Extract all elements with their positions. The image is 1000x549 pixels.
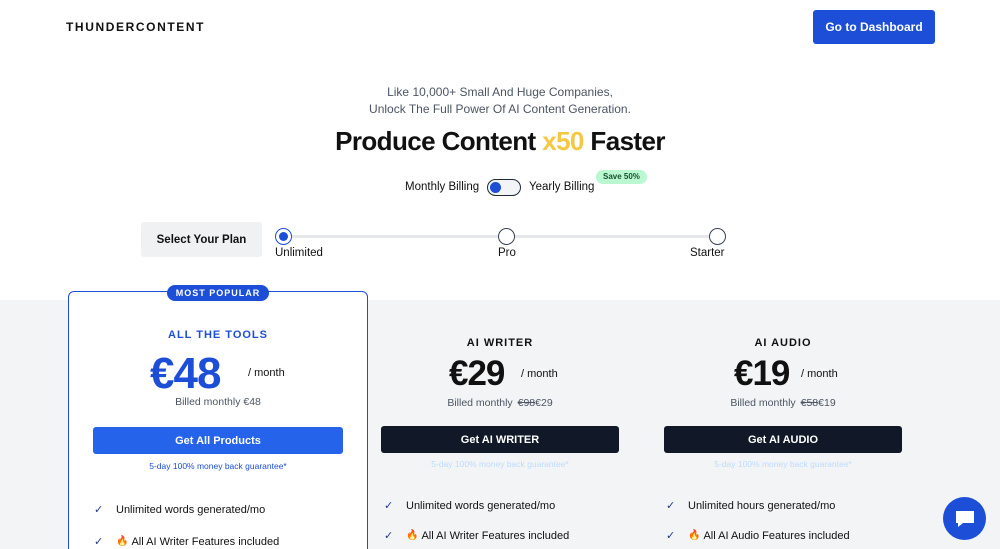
feature-text: Unlimited words generated/mo	[406, 499, 556, 512]
plan-billed-text: Billed monthly €58€19	[663, 397, 903, 409]
chat-icon	[955, 510, 974, 527]
check-icon: ✓	[94, 504, 104, 516]
feature-item: ✓ 🔥 All AI Writer Features included	[384, 529, 570, 543]
feature-text: All AI Writer Features included	[131, 535, 280, 548]
plan-title: AI AUDIO	[754, 337, 812, 349]
billed-prefix: Billed monthly	[447, 397, 513, 409]
plan-price: €19	[734, 354, 790, 393]
feature-item: ✓ 🔥 All AI Writer Features included	[94, 535, 280, 549]
feature-item: ✓ Unlimited words generated/mo	[94, 503, 266, 517]
feature-item: ✓ 🔥 All AI Audio Features included	[666, 529, 850, 543]
logo[interactable]: THUNDERCONTENT	[66, 20, 205, 34]
plan-period: / month	[248, 367, 285, 379]
header: THUNDERCONTENT Go to Dashboard	[0, 0, 1000, 60]
fire-icon: 🔥	[406, 530, 419, 541]
plan-billed-text: Billed monthly €48	[68, 396, 368, 408]
chat-button[interactable]	[943, 497, 986, 540]
hero-subtitle-line1: Like 10,000+ Small And Huge Companies,	[387, 85, 613, 99]
toggle-knob	[490, 181, 501, 193]
check-icon: ✓	[666, 530, 676, 542]
hero-headline: Produce Content x50 Faster	[0, 126, 1000, 157]
save-badge: Save 50%	[596, 170, 647, 184]
monthly-billing-label[interactable]: Monthly Billing	[405, 181, 479, 193]
check-icon: ✓	[384, 530, 394, 542]
billed-amount: €48	[243, 396, 261, 408]
billed-old-price: €98	[517, 397, 536, 409]
feature-item: ✓ Unlimited hours generated/mo	[666, 499, 836, 513]
plan-period: / month	[521, 368, 558, 380]
feature-text: Unlimited hours generated/mo	[688, 499, 836, 512]
yearly-billing-label[interactable]: Yearly Billing	[529, 181, 594, 193]
go-to-dashboard-button[interactable]: Go to Dashboard	[813, 10, 935, 44]
check-icon: ✓	[384, 500, 394, 512]
plan-option-starter-label[interactable]: Starter	[690, 247, 725, 259]
fire-icon: 🔥	[116, 536, 129, 547]
get-all-products-button[interactable]: Get All Products	[93, 427, 343, 454]
check-icon: ✓	[666, 500, 676, 512]
plan-option-starter-radio[interactable]	[709, 228, 726, 245]
billed-old-price: €58	[800, 397, 819, 409]
select-plan-label: Select Your Plan	[141, 222, 262, 257]
headline-post: Faster	[590, 126, 665, 156]
headline-pre: Produce Content	[335, 126, 536, 156]
plan-price: €29	[449, 354, 505, 393]
feature-item: ✓ Unlimited words generated/mo	[384, 499, 556, 513]
billed-amount: €19	[818, 397, 836, 409]
feature-text: All AI Audio Features included	[703, 529, 850, 542]
plan-option-unlimited-label[interactable]: Unlimited	[275, 247, 323, 259]
feature-text: All AI Writer Features included	[421, 529, 570, 542]
plan-option-pro-label[interactable]: Pro	[498, 247, 516, 259]
plan-option-pro-radio[interactable]	[498, 228, 515, 245]
check-icon: ✓	[94, 536, 104, 548]
billed-prefix: Billed monthly	[730, 397, 796, 409]
plan-billed-text: Billed monthly €98€29	[380, 397, 620, 409]
most-popular-badge: MOST POPULAR	[167, 285, 269, 301]
get-ai-audio-button[interactable]: Get AI AUDIO	[664, 426, 902, 453]
feature-text: Unlimited words generated/mo	[116, 503, 266, 516]
money-back-guarantee: 5-day 100% money back guarantee*	[714, 459, 852, 469]
billed-amount: €29	[535, 397, 553, 409]
get-ai-writer-button[interactable]: Get AI WRITER	[381, 426, 619, 453]
billed-prefix: Billed monthly	[175, 396, 241, 408]
money-back-guarantee: 5-day 100% money back guarantee*	[431, 459, 569, 469]
money-back-guarantee: 5-day 100% money back guarantee*	[149, 461, 287, 471]
plan-title: ALL THE TOOLS	[168, 329, 268, 341]
hero-subtitle-line2: Unlock The Full Power Of AI Content Gene…	[369, 102, 631, 116]
headline-accent: x50	[542, 126, 584, 156]
plan-price: €48	[150, 349, 221, 398]
billing-toggle-row: Monthly Billing Yearly Billing Save 50%	[0, 170, 1000, 198]
billing-toggle[interactable]	[487, 179, 521, 196]
fire-icon: 🔥	[688, 530, 701, 541]
plan-title: AI WRITER	[466, 337, 534, 349]
plan-period: / month	[801, 368, 838, 380]
plan-option-unlimited-radio[interactable]	[275, 228, 292, 245]
